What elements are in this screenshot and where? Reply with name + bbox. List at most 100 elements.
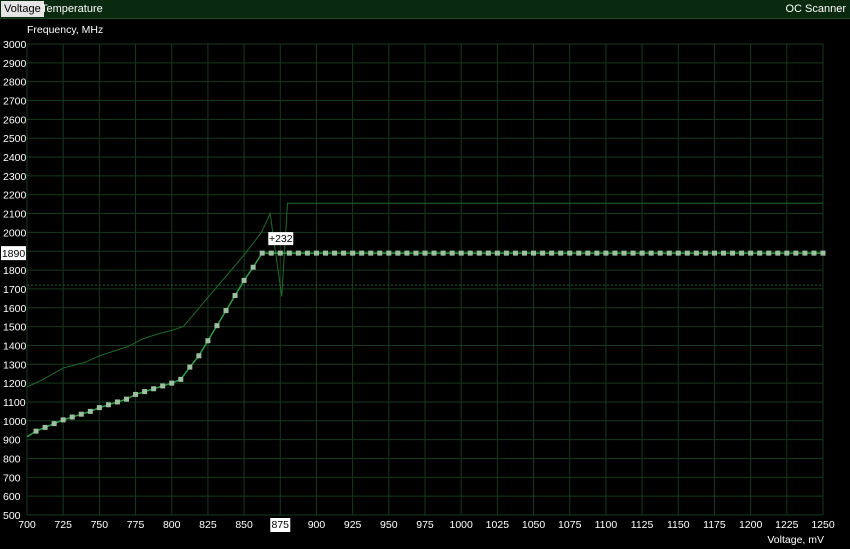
curve-point[interactable] [60,417,66,423]
y-tick-label: 900 [3,435,21,447]
curve-point[interactable] [96,405,102,411]
curve-point[interactable] [169,380,175,386]
curve-point[interactable] [458,250,464,256]
highlight-labels: 1890 875 +232 [1,232,294,532]
curve-point[interactable] [449,250,455,256]
curve-point[interactable] [386,250,392,256]
y-tick-label: 2400 [3,152,27,164]
curve-point[interactable] [78,411,84,417]
curve-point[interactable] [485,250,491,256]
curve-point[interactable] [69,414,75,420]
curve-point[interactable] [766,250,772,256]
curve-point[interactable] [721,250,726,256]
curve-point[interactable] [802,250,808,256]
curve-point[interactable] [784,250,790,256]
curve-point[interactable] [648,250,654,256]
curve-point[interactable] [33,428,39,434]
curve-point[interactable] [87,408,93,414]
curve-point[interactable] [286,250,292,256]
curve-point[interactable] [467,250,473,256]
curve-point[interactable] [512,250,518,256]
curve-point[interactable] [51,421,57,427]
curve-point[interactable] [775,250,781,256]
curve-point[interactable] [268,250,274,256]
curve-point[interactable] [612,250,618,256]
curve-point[interactable] [757,250,763,256]
curve-point[interactable] [440,250,446,256]
curve-point[interactable] [567,250,573,256]
curve-point[interactable] [350,250,356,256]
curve-point[interactable] [151,386,157,392]
curve-point[interactable] [585,250,591,256]
curve-point[interactable] [313,250,319,256]
curve-point[interactable] [413,250,419,256]
curve-point[interactable] [666,250,672,256]
curve-point[interactable] [503,250,509,256]
curve-point[interactable] [739,250,745,256]
curve-point[interactable] [377,250,383,256]
curve-point[interactable] [657,250,663,256]
curve-point[interactable] [630,250,636,256]
curve-point[interactable] [178,376,184,382]
curve-point[interactable] [494,250,500,256]
y-axis-title: Frequency, MHz [27,24,103,36]
curve-point[interactable] [205,338,211,344]
curve-point[interactable] [540,250,546,256]
curve-point[interactable] [431,250,437,256]
curve-point[interactable] [711,250,717,256]
curve-point[interactable] [250,264,256,270]
curve-points[interactable] [33,250,826,434]
curve-point[interactable] [395,250,401,256]
curve-point[interactable] [142,389,148,395]
curve-point[interactable] [277,250,283,256]
curve-point[interactable] [693,250,699,256]
curve-point[interactable] [114,399,120,405]
curve-point[interactable] [404,250,410,256]
curve-point[interactable] [323,250,328,256]
vf-curve-chart[interactable]: 5006007008009001000110012001300140015001… [0,0,850,549]
curve-point[interactable] [476,250,482,256]
curve-point[interactable] [105,402,111,408]
curve-point[interactable] [304,250,310,256]
curve-point[interactable] [684,250,690,256]
x-tick-label: 950 [380,519,398,531]
curve-point[interactable] [730,250,736,256]
curve-point[interactable] [558,250,564,256]
curve-point[interactable] [214,323,220,329]
curve-point[interactable] [232,293,238,299]
curve-point[interactable] [422,250,428,256]
curve-point[interactable] [368,250,374,256]
curve-point[interactable] [341,250,347,256]
y-tick-label: 600 [3,491,21,503]
curve-point[interactable] [549,250,555,256]
curve-point[interactable] [793,250,799,256]
curve-point[interactable] [187,364,193,370]
curve-point[interactable] [820,250,826,256]
curve-point[interactable] [241,277,247,283]
curve-point[interactable] [359,250,365,256]
curve-point[interactable] [133,391,139,397]
curve-point[interactable] [594,250,600,256]
curve-point[interactable] [603,250,609,256]
curve-point[interactable] [811,250,817,256]
curve-point[interactable] [522,250,527,256]
curve-point[interactable] [675,250,681,256]
curve-point[interactable] [531,250,537,256]
curve-point[interactable] [748,250,754,256]
y-tick-label: 1700 [3,284,27,296]
curve-point[interactable] [295,250,301,256]
curve-point[interactable] [42,424,48,430]
curve-point[interactable] [621,250,627,256]
curve-point[interactable] [160,383,166,389]
y-tick-label: 2600 [3,114,27,126]
curve-point[interactable] [259,250,265,256]
curve-point[interactable] [223,308,229,314]
curve-point[interactable] [639,250,645,256]
curve-point[interactable] [196,353,202,359]
curve-point[interactable] [332,250,338,256]
curve-point[interactable] [124,396,129,402]
curve-point[interactable] [702,250,708,256]
x-tick-label: 1075 [558,519,582,531]
curve-point[interactable] [576,250,582,256]
x-tick-label: 700 [18,519,36,531]
